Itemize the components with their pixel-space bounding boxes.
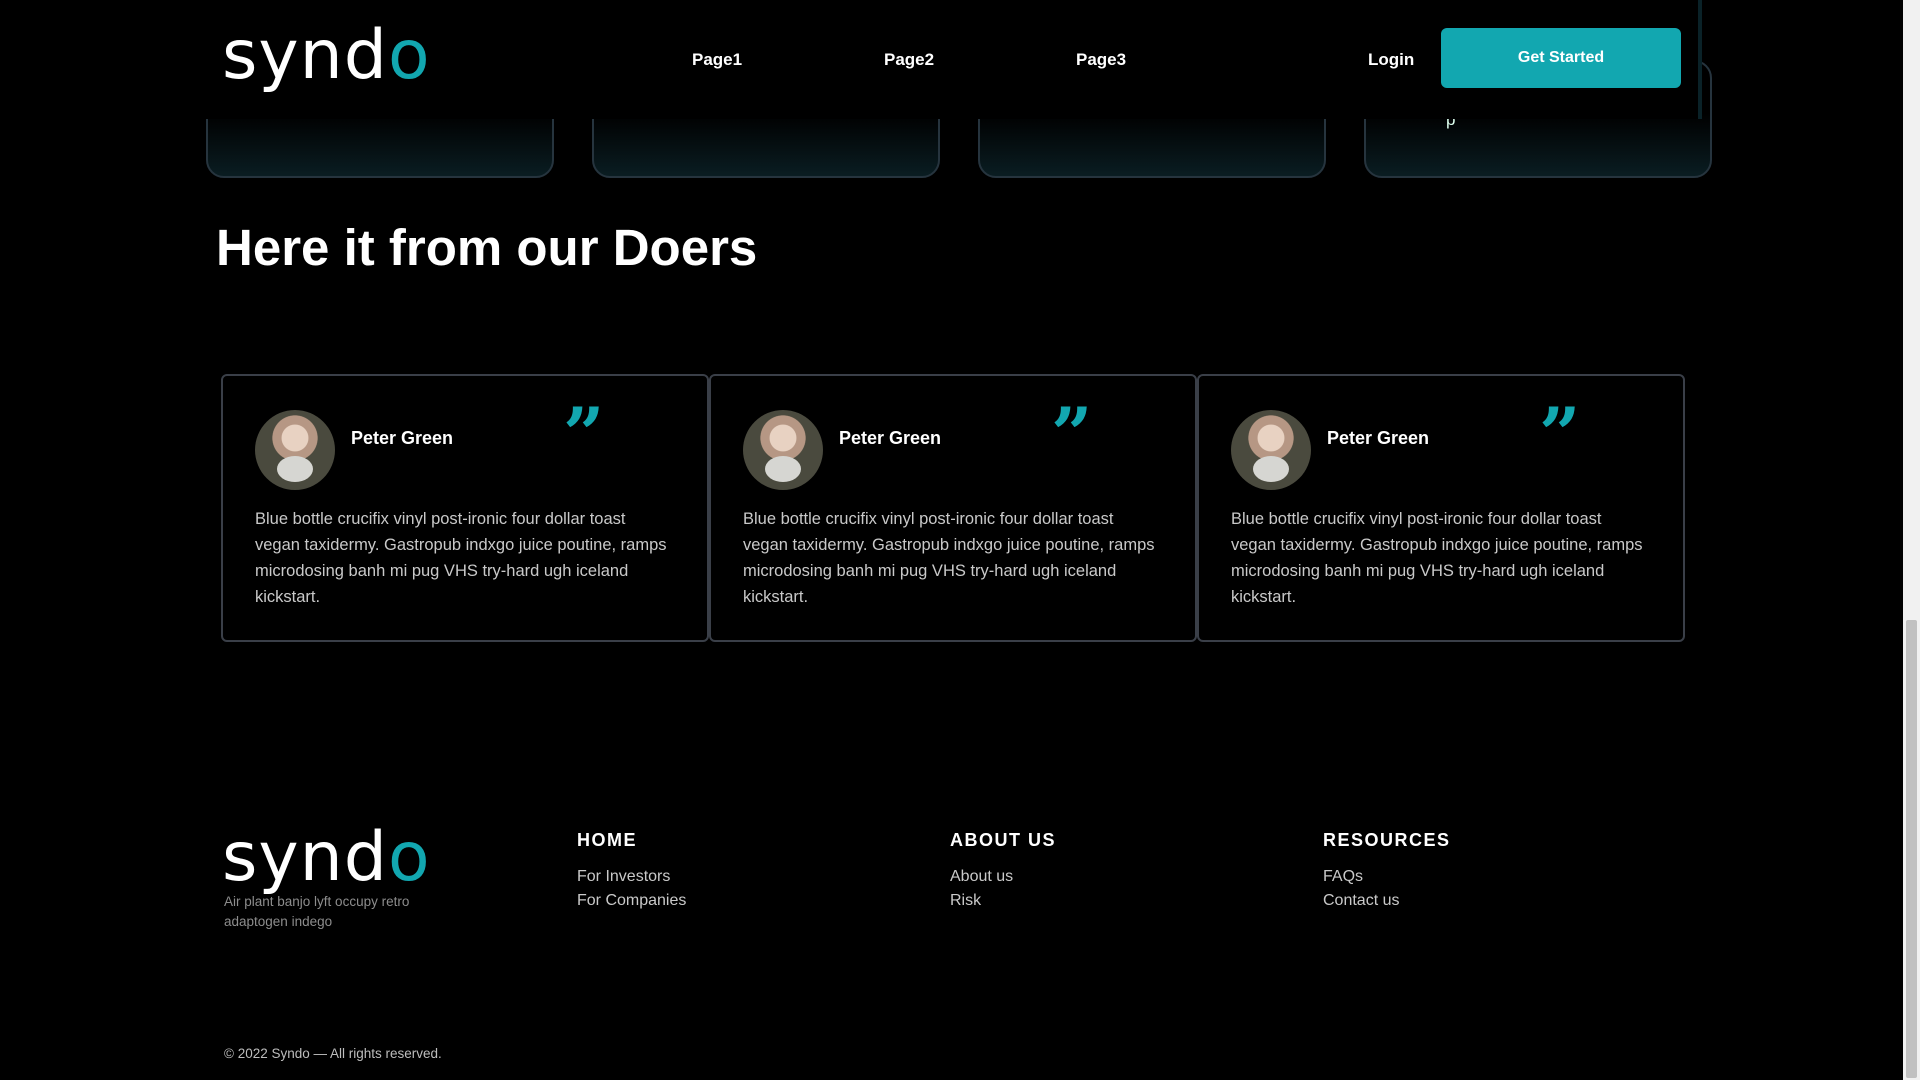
footer-heading-home: HOME	[577, 830, 637, 850]
footer-heading-about-us: ABOUT US	[950, 830, 1056, 850]
scrollbar-thumb[interactable]	[1906, 620, 1917, 1078]
logo-accent: o	[387, 16, 431, 95]
testimonial-text: Blue bottle crucifix vinyl post-ironic f…	[255, 510, 667, 606]
nav-page3[interactable]: Page3	[1076, 50, 1126, 70]
get-started-button[interactable]: Get Started	[1441, 28, 1681, 88]
testimonial-card: Peter Green ” Blue bottle crucifix vinyl…	[1197, 374, 1685, 642]
footer-link-for-investors[interactable]: For Investors	[577, 868, 670, 886]
nav-page2[interactable]: Page2	[884, 50, 934, 70]
testimonial-name: Peter Green	[1327, 428, 1430, 448]
logo[interactable]: syndo	[222, 16, 431, 95]
login-link[interactable]: Login	[1368, 50, 1414, 70]
footer-link-contact-us[interactable]: Contact us	[1323, 892, 1399, 910]
avatar	[255, 410, 335, 490]
logo-accent: o	[387, 818, 431, 897]
testimonial-card: Peter Green ” Blue bottle crucifix vinyl…	[709, 374, 1197, 642]
footer-link-for-companies[interactable]: For Companies	[577, 892, 686, 910]
copyright: © 2022 Syndo — All rights reserved.	[224, 1046, 442, 1061]
testimonial-text: Blue bottle crucifix vinyl post-ironic f…	[743, 510, 1155, 606]
nav-page1[interactable]: Page1	[692, 50, 742, 70]
site-header: syndo Page1 Page2 Page3 Login Get Starte…	[0, 0, 1702, 119]
quote-icon: ”	[1051, 391, 1093, 476]
testimonial-text: Blue bottle crucifix vinyl post-ironic f…	[1231, 510, 1643, 606]
footer-link-about-us[interactable]: About us	[950, 868, 1013, 886]
footer-link-faqs[interactable]: FAQs	[1323, 868, 1363, 886]
quote-icon: ”	[563, 391, 605, 476]
testimonial-name: Peter Green	[839, 428, 942, 448]
logo-text: synd	[222, 818, 388, 897]
footer-heading-resources: RESOURCES	[1323, 830, 1451, 850]
footer-tagline: Air plant banjo lyft occupy retro adapto…	[224, 894, 410, 929]
logo-text: synd	[222, 16, 388, 95]
section-title: Here it from our Doers	[216, 219, 758, 276]
quote-icon: ”	[1539, 391, 1581, 476]
avatar	[1231, 410, 1311, 490]
testimonial-name: Peter Green	[351, 428, 454, 448]
footer-link-risk[interactable]: Risk	[950, 892, 981, 910]
avatar	[743, 410, 823, 490]
testimonial-card: Peter Green ” Blue bottle crucifix vinyl…	[221, 374, 709, 642]
footer-logo[interactable]: syndo	[222, 818, 431, 897]
